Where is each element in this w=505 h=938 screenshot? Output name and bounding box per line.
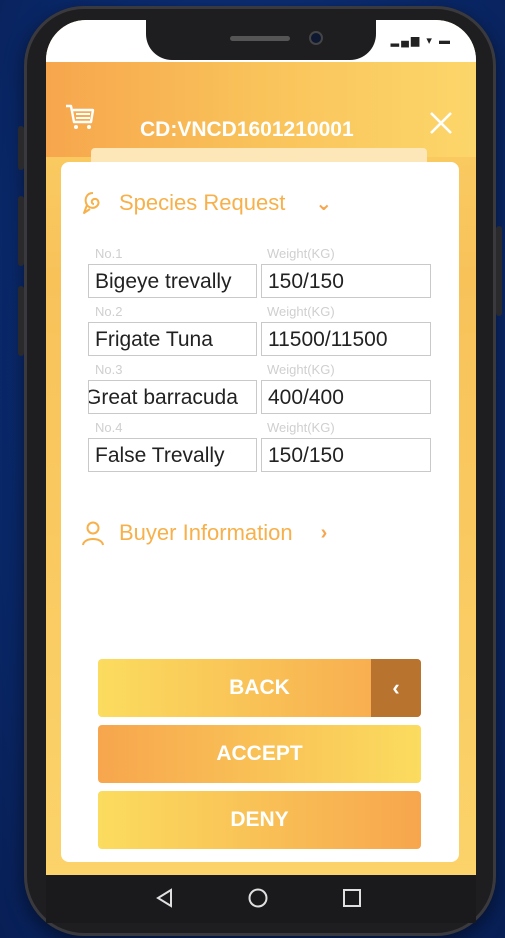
- front-camera: [309, 31, 323, 45]
- request-card: Species Request ⌄ No.1 Weight(KG) Bigeye…: [61, 162, 459, 862]
- phone-side-button: [496, 226, 502, 316]
- speaker: [230, 36, 290, 41]
- chevron-down-icon: ⌄: [315, 192, 333, 215]
- weight-label: Weight(KG): [267, 304, 335, 319]
- buyer-section-header[interactable]: Buyer Information ›: [81, 520, 327, 546]
- row-number-label: No.1: [95, 246, 123, 261]
- close-icon[interactable]: [428, 110, 454, 136]
- weight-label: Weight(KG): [267, 246, 335, 261]
- weight-field[interactable]: 11500/11500: [261, 322, 431, 356]
- recents-square-icon[interactable]: [341, 887, 363, 909]
- species-section-header[interactable]: Species Request ⌄: [81, 190, 332, 216]
- back-triangle-icon[interactable]: [154, 887, 176, 909]
- chevron-left-icon: ‹: [371, 659, 421, 717]
- fish-icon: [83, 192, 100, 214]
- species-section-title: Species Request: [119, 190, 286, 215]
- species-name-field[interactable]: Frigate Tuna: [88, 322, 257, 356]
- deny-button[interactable]: DENY: [98, 791, 421, 849]
- species-name-field[interactable]: False Trevally: [88, 438, 257, 472]
- accept-button[interactable]: ACCEPT: [98, 725, 421, 783]
- phone-side-button: [18, 286, 24, 356]
- android-nav-bar: [46, 875, 476, 923]
- home-circle-icon[interactable]: [247, 887, 269, 909]
- weight-label: Weight(KG): [267, 420, 335, 435]
- buyer-section-title: Buyer Information: [119, 520, 293, 545]
- back-button[interactable]: BACK ‹: [98, 659, 421, 717]
- cart-icon[interactable]: [64, 102, 96, 132]
- weight-field[interactable]: 400/400: [261, 380, 431, 414]
- row-number-label: No.2: [95, 304, 123, 319]
- species-name-field[interactable]: Bigeye trevally: [88, 264, 257, 298]
- page-title: CD:VNCD1601210001: [140, 118, 354, 141]
- notch: [146, 20, 376, 60]
- species-name-field[interactable]: Great barracuda: [88, 380, 257, 414]
- app-screen: ▂▄▆ ▾ ▬ CD:VNCD1601210001 Species Reques…: [46, 20, 476, 875]
- status-icons: ▂▄▆ ▾ ▬: [390, 35, 452, 47]
- app-header: CD:VNCD1601210001: [46, 62, 476, 157]
- weight-label: Weight(KG): [267, 362, 335, 377]
- status-bar: ▂▄▆ ▾ ▬: [46, 20, 476, 62]
- weight-field[interactable]: 150/150: [261, 438, 431, 472]
- person-icon: [82, 521, 104, 546]
- chevron-right-icon: ›: [320, 521, 328, 544]
- phone-side-button: [18, 196, 24, 266]
- back-button-label: BACK: [229, 676, 290, 699]
- row-number-label: No.3: [95, 362, 123, 377]
- row-number-label: No.4: [95, 420, 123, 435]
- weight-field[interactable]: 150/150: [261, 264, 431, 298]
- phone-side-button: [18, 126, 24, 170]
